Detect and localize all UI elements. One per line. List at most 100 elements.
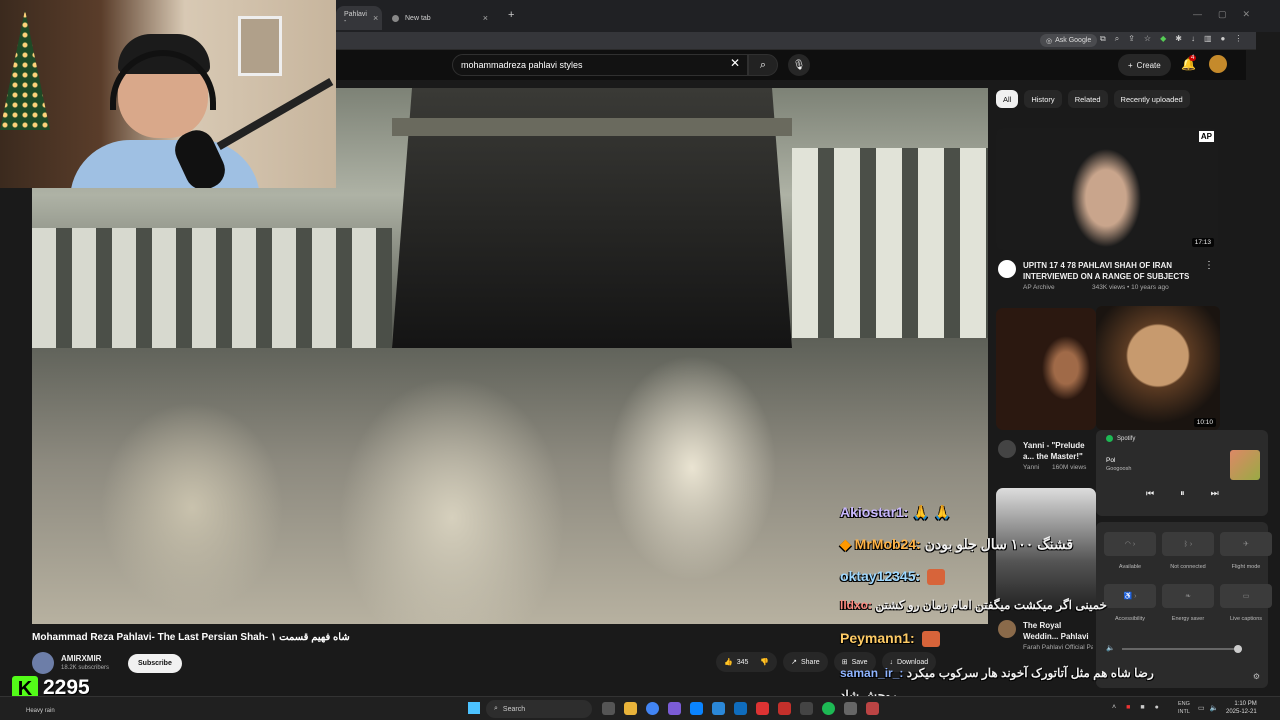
windows-taskbar: Heavy rain ⌕ Search ˄ ■ ■ ● ENG INTL ▭ 🔈… xyxy=(0,696,1280,720)
tray-app-icon[interactable]: ■ xyxy=(1140,704,1144,711)
maximize-icon[interactable]: ▢ xyxy=(1218,9,1227,20)
channel-name[interactable]: AMIRXMIR xyxy=(61,654,101,663)
app-icon[interactable] xyxy=(844,702,857,715)
spotify-app-name: Spotify xyxy=(1117,435,1136,442)
extension-icon[interactable]: ◆ xyxy=(1160,34,1166,44)
ask-google-button[interactable]: ◎ Ask Google xyxy=(1040,34,1098,47)
subscribe-button[interactable]: Subscribe xyxy=(128,654,182,673)
previous-track-icon[interactable]: ⏮ xyxy=(1146,488,1154,499)
video-title[interactable]: Yanni - "Prelude a... the Master!" "Yann… xyxy=(1023,440,1095,462)
close-icon[interactable]: × xyxy=(483,13,488,23)
chat-text: خمینی اگر میکشت میگفتن امام زمان رو کشتن xyxy=(875,598,1107,612)
language-indicator[interactable]: ENG INTL xyxy=(1178,700,1190,716)
clock[interactable]: 1:10 PM 2025-12-21 xyxy=(1226,700,1257,716)
spotify-taskbar-icon[interactable] xyxy=(822,702,835,715)
install-icon[interactable]: ⧉ xyxy=(1100,34,1106,44)
language-code: ENG xyxy=(1178,701,1190,707)
task-view-icon[interactable] xyxy=(602,702,615,715)
extensions-puzzle-icon[interactable]: ✱ xyxy=(1175,34,1182,44)
create-button[interactable]: + Create xyxy=(1118,54,1171,76)
tab-pahlavi[interactable]: Pahlavi - × xyxy=(336,6,382,30)
windows-start-icon[interactable] xyxy=(468,702,480,714)
chip-related[interactable]: Related xyxy=(1067,90,1108,108)
like-button[interactable]: 👍 345 👎 xyxy=(716,652,778,672)
browser-toolbar-icons: ⧉ ⌕ ⇪ ☆ ◆ ✱ ↓ ▥ ● ⋮ xyxy=(1100,34,1242,44)
search-input[interactable]: mohammadreza pahlavi styles xyxy=(452,54,748,76)
clear-search-icon[interactable]: ✕ xyxy=(730,56,740,70)
more-options-icon[interactable]: ⋮ xyxy=(1204,260,1214,271)
mic-icon: 🎙 xyxy=(792,59,806,71)
playback-controls: ⏮ ⏸ ⏭ xyxy=(1146,488,1219,499)
volume-slider-knob[interactable] xyxy=(1234,645,1242,653)
chip-recently-uploaded[interactable]: Recently uploaded xyxy=(1113,90,1190,108)
tab-new-tab[interactable]: New tab × xyxy=(384,6,496,30)
video-title[interactable]: UPITN 17 4 78 PAHLAVI SHAH OF IRAN INTER… xyxy=(1023,260,1203,282)
app-m-icon[interactable] xyxy=(778,702,791,715)
profile-icon[interactable]: ● xyxy=(1221,34,1226,44)
song-artist: Googoosh xyxy=(1106,466,1132,472)
channel-avatar[interactable] xyxy=(32,652,54,674)
qs-flight-mode[interactable]: ✈ Flight mode xyxy=(1220,532,1272,570)
airplane-icon[interactable]: ✈ xyxy=(1220,532,1272,556)
zoom-icon[interactable]: ⌕ xyxy=(1115,34,1119,44)
bookmark-star-icon[interactable]: ☆ xyxy=(1144,34,1151,44)
close-window-icon[interactable]: ✕ xyxy=(1242,9,1250,20)
channel-name[interactable]: Yanni xyxy=(1023,464,1039,471)
qs-live-captions[interactable]: ▭ Live captions xyxy=(1220,584,1272,622)
chrome-icon[interactable] xyxy=(646,702,659,715)
video-duration: 10:10 xyxy=(1193,418,1216,427)
status-icons[interactable]: ▭ 🔈 xyxy=(1198,704,1218,712)
network-icon: ▭ xyxy=(1198,705,1205,712)
new-tab-button[interactable]: + xyxy=(508,9,514,21)
close-icon[interactable]: × xyxy=(373,13,378,23)
share-button[interactable]: ↗ Share xyxy=(783,652,828,672)
next-track-icon[interactable]: ⏭ xyxy=(1211,488,1219,499)
search-button[interactable]: ⌕ xyxy=(748,54,778,76)
tab-label: New tab xyxy=(405,14,431,22)
system-tray: ˄ ■ ■ ● xyxy=(1112,704,1159,711)
chevron-up-icon[interactable]: ˄ xyxy=(1112,704,1116,711)
recommendation-card[interactable]: AP 17:13 UPITN 17 4 78 PAHLAVI SHAH OF I… xyxy=(996,128,1218,298)
tray-app-icon[interactable]: ■ xyxy=(1126,704,1130,711)
search-icon: ⌕ xyxy=(494,705,498,712)
video-thumbnail[interactable]: AP 17:13 xyxy=(996,128,1218,250)
thumbs-down-icon[interactable]: 👎 xyxy=(760,658,769,666)
edge-icon[interactable] xyxy=(690,702,703,715)
weather-label[interactable]: Heavy rain xyxy=(26,708,55,714)
channel-name[interactable]: AP Archive xyxy=(1023,284,1055,291)
tab-label: Pahlavi - xyxy=(344,11,367,25)
file-explorer-icon[interactable] xyxy=(624,702,637,715)
thumbs-up-icon: 👍 xyxy=(724,659,733,666)
copilot-icon[interactable] xyxy=(668,702,681,715)
app-icon[interactable] xyxy=(800,702,813,715)
video-thumbnail[interactable] xyxy=(996,308,1096,430)
chat-username: oktay12345: xyxy=(840,568,921,584)
share-label: Share xyxy=(801,658,820,666)
outlook-icon[interactable] xyxy=(734,702,747,715)
store-icon[interactable] xyxy=(712,702,725,715)
minimize-icon[interactable]: — xyxy=(1193,9,1202,20)
spotify-header: Spotify xyxy=(1106,435,1135,442)
wall-picture xyxy=(238,16,282,76)
chip-history[interactable]: History xyxy=(1024,90,1062,108)
taskbar-search[interactable]: ⌕ Search xyxy=(486,700,592,718)
chip-all[interactable]: All xyxy=(996,90,1019,108)
voice-search-button[interactable]: 🎙 xyxy=(788,54,810,76)
sidepanel-icon[interactable]: ▥ xyxy=(1204,34,1212,44)
video-duration: 17:13 xyxy=(1191,238,1214,247)
tray-app-icon[interactable]: ● xyxy=(1155,704,1159,711)
clock-time: 1:10 PM xyxy=(1234,701,1257,707)
youtube-app-icon[interactable] xyxy=(756,702,769,715)
channel-avatar[interactable] xyxy=(998,260,1016,278)
app-icon[interactable] xyxy=(866,702,879,715)
captions-icon[interactable]: ▭ xyxy=(1220,584,1272,608)
pause-icon[interactable]: ⏸ xyxy=(1180,488,1185,499)
account-avatar[interactable] xyxy=(1209,55,1227,73)
address-bar: ◎ Ask Google ⧉ ⌕ ⇪ ☆ ◆ ✱ ↓ ▥ ● ⋮ xyxy=(336,32,1256,50)
settings-gear-icon[interactable]: ⚙ xyxy=(1253,672,1260,681)
share-icon[interactable]: ⇪ xyxy=(1128,34,1135,44)
download-icon[interactable]: ↓ xyxy=(1191,34,1195,44)
menu-kebab-icon[interactable]: ⋮ xyxy=(1234,34,1242,44)
channel-avatar[interactable] xyxy=(998,440,1016,458)
filter-chips: All History Related Recently uploaded xyxy=(996,90,1190,108)
